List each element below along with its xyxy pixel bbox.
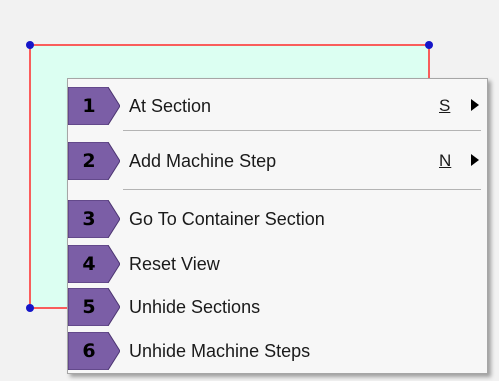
number-badge-4: 4: [68, 245, 120, 283]
selection-handle-top-right[interactable]: [425, 41, 433, 49]
submenu-arrow-icon: [471, 99, 479, 111]
menu-item-label: Add Machine Step: [129, 150, 277, 171]
menu-item-unhide-machine-steps[interactable]: 6 Unhide Machine Steps: [68, 331, 487, 371]
menu-item-add-machine-step[interactable]: 2 Add Machine Step N: [68, 141, 487, 181]
menu-item-label: Go To Container Section: [129, 208, 325, 229]
context-menu: 1 At Section S 2 Add Machine Step N 3 Go…: [67, 78, 488, 374]
menu-item-label: Unhide Machine Steps: [129, 340, 311, 361]
menu-item-go-to-container-section[interactable]: 3 Go To Container Section: [68, 199, 487, 239]
menu-item-label: Unhide Sections: [129, 296, 261, 317]
badge-number: 5: [82, 296, 96, 318]
number-badge-6: 6: [68, 332, 120, 370]
menu-separator: [123, 189, 481, 190]
badge-number: 1: [82, 95, 96, 117]
number-badge-3: 3: [68, 200, 120, 238]
menu-item-unhide-sections[interactable]: 5 Unhide Sections: [68, 287, 487, 327]
badge-number: 3: [82, 208, 96, 230]
badge-number: 4: [82, 253, 96, 275]
shortcut-key: S: [439, 96, 451, 115]
number-badge-2: 2: [68, 142, 120, 180]
menu-item-reset-view[interactable]: 4 Reset View: [68, 244, 487, 284]
selection-handle-top-left[interactable]: [26, 41, 34, 49]
menu-item-label: At Section: [129, 95, 212, 116]
menu-item-label: Reset View: [129, 253, 220, 274]
menu-item-at-section[interactable]: 1 At Section S: [68, 86, 487, 126]
number-badge-5: 5: [68, 288, 120, 326]
badge-number: 2: [82, 150, 96, 172]
selection-handle-bottom-left[interactable]: [26, 304, 34, 312]
shortcut-key: N: [439, 151, 452, 170]
number-badge-1: 1: [68, 87, 120, 125]
badge-number: 6: [82, 340, 96, 362]
submenu-arrow-icon: [471, 154, 479, 166]
menu-separator: [123, 130, 481, 131]
